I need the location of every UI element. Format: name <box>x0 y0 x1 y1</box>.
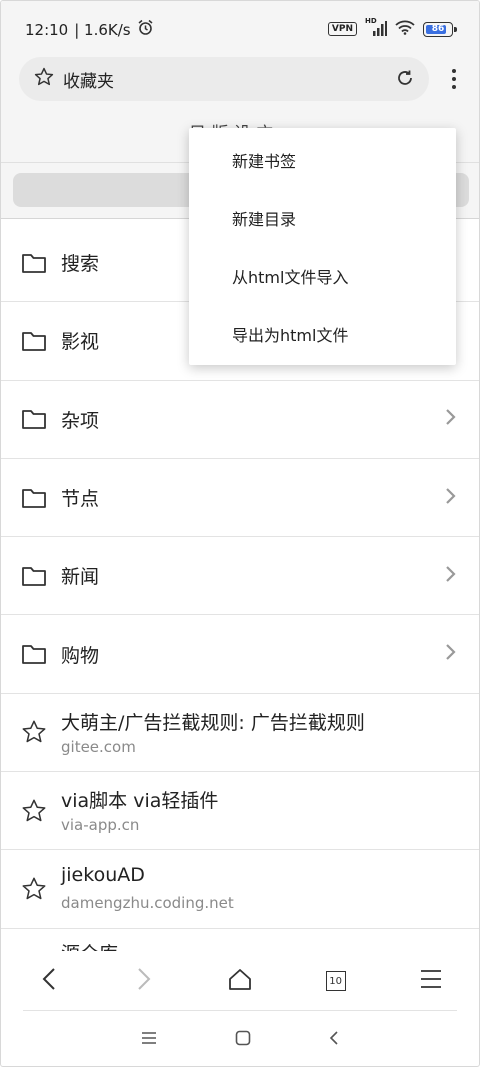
tab-count: 10 <box>325 971 346 991</box>
signal-icon: HD <box>365 17 387 37</box>
bookmark-row[interactable]: jiekouAD damengzhu.coding.net <box>1 850 479 929</box>
more-options-icon[interactable] <box>447 67 461 91</box>
menu-item-new-bookmark[interactable]: 新建书签 <box>189 131 456 189</box>
folder-label: 搜索 <box>61 253 100 276</box>
star-icon <box>20 875 48 903</box>
star-icon <box>20 797 48 825</box>
alarm-icon <box>137 19 154 40</box>
chevron-right-icon <box>445 487 457 509</box>
folder-icon <box>20 405 48 433</box>
chevron-right-icon <box>445 565 457 587</box>
menu-item-import-html[interactable]: 从html文件导入 <box>189 247 456 305</box>
folder-label: 杂项 <box>61 409 100 432</box>
vpn-icon: VPN <box>327 22 357 36</box>
bookmark-row[interactable]: 大萌主/广告拦截规则: 广告拦截规则 gitee.com <box>1 694 479 773</box>
back-button[interactable] <box>1 951 97 1011</box>
folder-icon <box>20 562 48 590</box>
system-back-icon[interactable] <box>329 1030 339 1050</box>
recents-icon[interactable] <box>141 1030 157 1049</box>
star-icon[interactable] <box>33 66 55 92</box>
folder-label: 购物 <box>61 644 100 667</box>
status-time: 12:10 <box>25 20 69 39</box>
home-button[interactable] <box>192 951 288 1011</box>
browser-toolbar: 10 <box>1 951 479 1011</box>
status-bar: 12:10 | 1.6K/s VPN HD 86 <box>1 1 479 57</box>
options-menu: 新建书签 新建目录 从html文件导入 导出为html文件 <box>189 128 456 365</box>
menu-item-new-folder[interactable]: 新建目录 <box>189 189 456 247</box>
address-title: 收藏夹 <box>63 71 114 92</box>
star-icon <box>20 718 48 746</box>
bookmark-title: 大萌主/广告拦截规则: 广告拦截规则 <box>61 711 365 734</box>
folder-icon <box>20 640 48 668</box>
folder-label: 新闻 <box>61 566 100 589</box>
menu-button[interactable] <box>383 951 479 1011</box>
battery-level: 86 <box>431 24 445 34</box>
bookmark-url: via-app.cn <box>61 816 140 835</box>
bookmark-row[interactable]: via脚本 via轻插件 via-app.cn <box>1 772 479 851</box>
bookmark-url: damengzhu.coding.net <box>61 894 234 913</box>
battery-icon: 86 <box>423 21 457 37</box>
bookmark-title: via脚本 via轻插件 <box>61 790 219 813</box>
folder-icon <box>20 249 48 277</box>
bookmark-title: jiekouAD <box>61 864 145 887</box>
chevron-right-icon <box>445 408 457 430</box>
network-speed: | 1.6K/s <box>74 20 131 39</box>
folder-row-misc[interactable]: 杂项 <box>1 381 479 459</box>
chevron-left-icon <box>42 967 56 995</box>
wifi-icon <box>395 19 415 39</box>
screen: 12:10 | 1.6K/s VPN HD 86 收藏夹 搜索 影视 杂项 节点… <box>0 0 480 1067</box>
chevron-right-icon <box>137 967 151 995</box>
home-icon <box>228 968 252 994</box>
forward-button[interactable] <box>97 951 193 1011</box>
bookmark-url: gitee.com <box>61 737 136 756</box>
folder-icon <box>20 484 48 512</box>
system-navigation <box>1 1011 479 1066</box>
folder-label: 节点 <box>61 488 100 511</box>
menu-item-export-html[interactable]: 导出为html文件 <box>189 305 456 363</box>
folder-row-news[interactable]: 新闻 <box>1 537 479 616</box>
folder-label: 影视 <box>61 331 100 354</box>
system-home-icon[interactable] <box>235 1030 251 1050</box>
tabs-button[interactable]: 10 <box>288 951 384 1011</box>
folder-row-node[interactable]: 节点 <box>1 459 479 538</box>
reload-icon[interactable] <box>395 68 415 92</box>
folder-row-shopping[interactable]: 购物 <box>1 615 479 694</box>
folder-icon <box>20 327 48 355</box>
address-bar[interactable]: 收藏夹 <box>19 57 429 101</box>
chevron-right-icon <box>445 643 457 665</box>
hamburger-icon <box>420 969 442 993</box>
